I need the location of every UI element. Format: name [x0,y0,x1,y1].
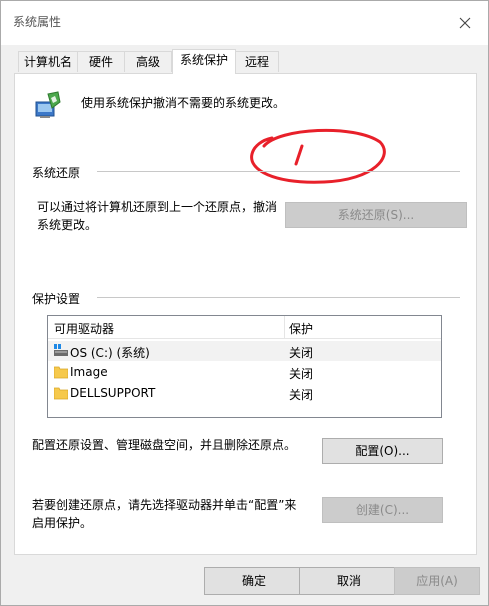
drive-protection: 关闭 [289,346,314,360]
create-button[interactable]: 创建(C)... [322,497,443,523]
column-header-protection[interactable]: 保护 [289,320,313,337]
window-title: 系统属性 [13,15,62,29]
drive-row-os[interactable]: OS (C:) (系统) 关闭 [48,341,441,361]
restore-section-label: 系统还原 [32,166,81,180]
system-protection-icon [34,90,62,120]
red-circle-annotation [250,128,386,184]
intro-text: 使用系统保护撤消不需要的系统更改。 [81,96,286,110]
tab-remote[interactable]: 远程 [235,51,279,72]
system-properties-window: 系统属性 计算机名 硬件 高级 系统保护 远程 使用系统保护撤消不需要的系统更改… [0,0,489,606]
restore-divider [97,171,460,172]
drive-protection: 关闭 [289,367,314,381]
tab-hardware[interactable]: 硬件 [77,51,125,72]
tab-advanced[interactable]: 高级 [124,51,172,72]
create-description: 若要创建还原点，请先选择驱动器并单击“配置”来 启用保护。 [32,498,297,530]
configure-button[interactable]: 配置(O)... [322,438,443,464]
protection-section-label: 保护设置 [32,292,81,306]
drive-name: Image [70,365,108,379]
cancel-button[interactable]: 取消 [299,567,399,595]
apply-button[interactable]: 应用(A) [394,567,480,595]
system-restore-button[interactable]: 系统还原(S)... [285,202,467,228]
drive-row-image[interactable]: Image 关闭 [48,362,441,382]
configure-description: 配置还原设置、管理磁盘空间，并且删除还原点。 [32,438,297,452]
protection-divider [97,297,460,298]
tab-computer-name[interactable]: 计算机名 [18,51,78,72]
close-icon [459,17,471,29]
drives-list[interactable]: 可用驱动器 保护 OS (C:) (系统) 关闭 Image 关闭 DELLSU… [47,315,442,418]
drive-row-dellsupport[interactable]: DELLSUPPORT 关闭 [48,383,441,403]
restore-description: 可以通过将计算机还原到上一个还原点，撤消 系统更改。 [37,200,278,232]
system-protection-panel: 使用系统保护撤消不需要的系统更改。 系统还原 可以通过将计算机还原到上一个还原点… [14,73,477,555]
drive-protection: 关闭 [289,388,314,402]
title-bar: 系统属性 [1,1,488,45]
folder-icon [54,387,68,400]
ok-button[interactable]: 确定 [204,567,304,595]
folder-icon [54,366,68,379]
system-drive-icon [54,344,68,356]
column-header-drives[interactable]: 可用驱动器 [54,320,114,337]
drive-name: OS (C:) (系统) [70,346,150,360]
column-divider[interactable] [284,316,285,338]
drive-name: DELLSUPPORT [70,386,156,400]
tab-system-protection[interactable]: 系统保护 [172,49,236,74]
drives-list-header: 可用驱动器 保护 [48,316,441,339]
close-button[interactable] [442,1,488,45]
